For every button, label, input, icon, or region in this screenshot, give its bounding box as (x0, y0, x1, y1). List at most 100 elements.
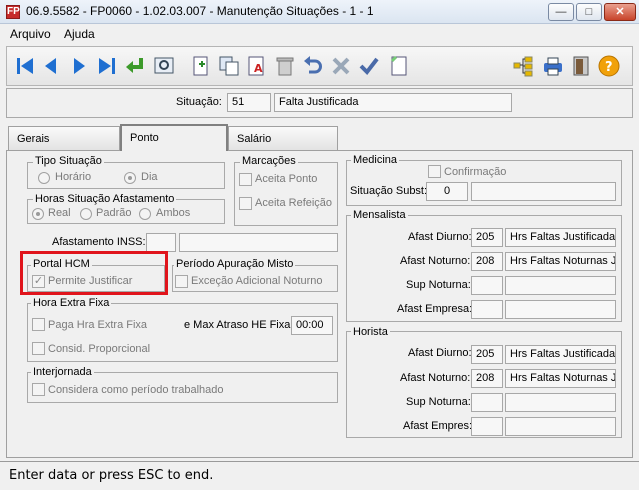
checkbox-excecao-adicional[interactable] (175, 275, 188, 288)
exit-door-icon[interactable] (570, 55, 592, 77)
menu-ajuda[interactable]: Ajuda (64, 27, 95, 41)
mensalista-afast-diurno-desc: Hrs Faltas Justificadas (505, 228, 616, 247)
radio-dia-label: Dia (141, 171, 158, 183)
afastamento-inss-description (179, 233, 338, 252)
mensalista-afast-diurno-label: Afast Diurno: (408, 231, 472, 243)
confirmacao-label: Confirmação (444, 166, 507, 178)
marcacoes-title: Marcações (240, 155, 298, 167)
tab-salario[interactable]: Salário (228, 126, 338, 150)
afastamento-inss-code[interactable] (146, 233, 176, 252)
app-icon: FP (6, 5, 20, 19)
last-record-icon[interactable] (96, 55, 118, 77)
checkbox-consid-proporcional[interactable] (32, 342, 45, 355)
mensalista-afast-noturno-label: Afast Noturno: (400, 255, 471, 267)
situacao-subst-description (471, 182, 616, 201)
tab-gerais[interactable]: Gerais (8, 126, 120, 150)
paga-hra-extra-label: Paga Hra Extra Fixa (48, 319, 148, 331)
radio-padrao[interactable] (80, 208, 92, 220)
minimize-button[interactable]: — (548, 3, 574, 21)
tree-icon[interactable] (512, 55, 534, 77)
mensalista-afast-diurno-code[interactable]: 205 (471, 228, 503, 247)
prev-record-icon[interactable] (40, 55, 62, 77)
horista-afast-noturno-code[interactable]: 208 (471, 369, 503, 388)
mensalista-afast-noturno-code[interactable]: 208 (471, 252, 503, 271)
next-record-icon[interactable] (68, 55, 90, 77)
max-atraso-label: e Max Atraso HE Fixa: (184, 319, 294, 331)
menu-arquivo[interactable]: Arquivo (10, 27, 51, 41)
radio-ambos-label: Ambos (156, 207, 191, 219)
radio-dia[interactable] (124, 172, 136, 184)
radio-ambos[interactable] (139, 208, 151, 220)
mensalista-title: Mensalista (351, 209, 408, 221)
horista-sup-noturna-label: Sup Noturna: (406, 396, 471, 408)
considera-periodo-label: Considera como período trabalhado (48, 384, 224, 396)
consid-proporcional-label: Consid. Proporcional (48, 343, 151, 355)
mensalista-afast-empresa-desc (505, 300, 616, 319)
checkbox-considera-periodo[interactable] (32, 383, 45, 396)
tipo-situacao-title: Tipo Situação (33, 155, 104, 167)
note-icon[interactable] (388, 55, 410, 77)
window-title: 06.9.5582 - FP0060 - 1.02.03.007 - Manut… (26, 4, 374, 18)
horista-sup-noturna-desc (505, 393, 616, 412)
cancel-icon[interactable] (330, 55, 352, 77)
menu-bar (0, 24, 639, 42)
situacao-subst-label: Situação Subst: (350, 185, 428, 197)
mensalista-afast-empresa-label: Afast Empresa: (397, 303, 473, 315)
horista-afast-diurno-desc: Hrs Faltas Justificadas (505, 345, 616, 364)
close-button[interactable]: ✕ (604, 3, 636, 21)
horista-afast-empres-code[interactable] (471, 417, 503, 436)
copy-icon[interactable] (218, 55, 240, 77)
situacao-label: Situação: (176, 96, 222, 108)
radio-padrao-label: Padrão (96, 207, 132, 219)
aceita-ponto-label: Aceita Ponto (255, 173, 318, 185)
trash-icon[interactable] (274, 55, 296, 77)
horista-sup-noturna-code[interactable] (471, 393, 503, 412)
aceita-refeicao-label: Aceita Refeição (255, 197, 333, 209)
horista-afast-empres-label: Afast Empres: (403, 420, 473, 432)
horista-afast-empres-desc (505, 417, 616, 436)
max-atraso-field[interactable]: 00:00 (291, 316, 333, 335)
radio-real-label: Real (48, 207, 71, 219)
radio-real[interactable] (32, 208, 44, 220)
checkbox-aceita-ponto[interactable] (239, 173, 252, 186)
enter-icon[interactable] (124, 55, 146, 77)
maximize-button[interactable]: □ (576, 3, 602, 21)
text-format-icon[interactable]: A (246, 55, 268, 77)
svg-text:A: A (254, 62, 263, 75)
mensalista-sup-noturna-label: Sup Noturna: (406, 279, 471, 291)
checkbox-aceita-refeicao[interactable] (239, 197, 252, 210)
printer-icon[interactable] (542, 55, 564, 77)
hora-extra-title: Hora Extra Fixa (31, 297, 112, 309)
confirm-icon[interactable] (358, 55, 380, 77)
radio-horario-label: Horário (55, 171, 92, 183)
situacao-description-field: Falta Justificada (274, 93, 512, 112)
medicina-title: Medicina (351, 154, 400, 166)
mensalista-afast-noturno-desc: Hrs Faltas Noturnas Ju (505, 252, 616, 271)
highlight-box (20, 251, 168, 295)
periodo-apuracao-title: Período Apuração Misto (174, 258, 296, 270)
tab-ponto[interactable]: Ponto (120, 124, 228, 151)
preview-icon[interactable] (153, 55, 175, 77)
excecao-adicional-label: Exceção Adicional Noturno (191, 275, 323, 287)
mensalista-afast-empresa-code[interactable] (471, 300, 503, 319)
horas-afastamento-title: Horas Situação Afastamento (33, 193, 177, 205)
horista-afast-diurno-code[interactable]: 205 (471, 345, 503, 364)
horista-afast-noturno-label: Afast Noturno: (400, 372, 471, 384)
checkbox-paga-hra-extra[interactable] (32, 318, 45, 331)
new-document-icon[interactable] (190, 55, 212, 77)
first-record-icon[interactable] (14, 55, 36, 77)
horista-afast-diurno-label: Afast Diurno: (408, 347, 472, 359)
horista-afast-noturno-desc: Hrs Faltas Noturnas Ju (505, 369, 616, 388)
mensalista-sup-noturna-code[interactable] (471, 276, 503, 295)
situacao-subst-field[interactable]: 0 (426, 182, 468, 201)
undo-icon[interactable] (302, 55, 324, 77)
horista-title: Horista (351, 326, 390, 338)
status-text: Enter data or press ESC to end. (9, 468, 214, 483)
svg-text:?: ? (605, 60, 613, 75)
help-icon[interactable]: ? (598, 55, 620, 77)
marcacoes-group (234, 162, 338, 226)
checkbox-confirmacao[interactable] (428, 165, 441, 178)
mensalista-sup-noturna-desc (505, 276, 616, 295)
radio-horario[interactable] (38, 172, 50, 184)
situacao-code-field[interactable]: 51 (227, 93, 271, 112)
